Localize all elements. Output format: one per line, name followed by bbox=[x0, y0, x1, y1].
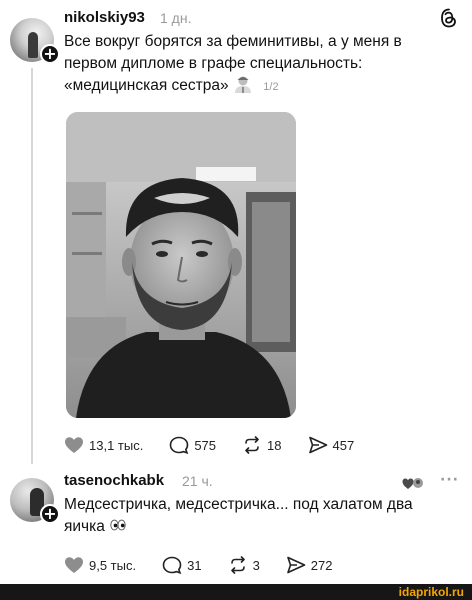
watermark-bar: idaprikol.ru bbox=[0, 584, 472, 600]
reply-follow-plus-button[interactable]: + bbox=[40, 504, 60, 524]
avatar-figure bbox=[28, 32, 38, 58]
reply-like-count: 9,5 тыс. bbox=[89, 557, 137, 573]
reply-actions-bar: 9,5 тыс. 31 3 272 bbox=[64, 556, 333, 574]
health-worker-emoji-icon bbox=[234, 76, 251, 93]
reply-repost-button[interactable]: 3 bbox=[228, 556, 260, 574]
reply-text-line-2-wrap: яичка bbox=[64, 516, 464, 538]
post-photo[interactable] bbox=[66, 112, 296, 418]
post-photo-image bbox=[66, 112, 296, 418]
comment-button[interactable]: 575 bbox=[169, 436, 216, 454]
comment-count: 575 bbox=[194, 437, 217, 453]
threads-logo-icon[interactable] bbox=[440, 8, 458, 28]
follow-plus-button[interactable]: + bbox=[40, 44, 60, 64]
eyes-emoji-icon bbox=[110, 519, 126, 531]
reply-comment-count: 31 bbox=[187, 557, 202, 573]
reply-repost-count: 3 bbox=[252, 557, 260, 573]
post-text-line-2: первом дипломе в графе специальность: bbox=[64, 55, 363, 72]
repost-icon bbox=[230, 556, 245, 574]
share-button[interactable]: 457 bbox=[308, 436, 355, 454]
repost-icon bbox=[245, 436, 259, 454]
like-button[interactable]: 13,1 тыс. bbox=[64, 436, 143, 454]
reaction-hearts-icon bbox=[402, 478, 423, 489]
reply-comment-button[interactable]: 31 bbox=[162, 556, 202, 574]
reply-share-count: 272 bbox=[310, 557, 333, 573]
post-text: Все вокруг борятся за феминитивы, а у ме… bbox=[64, 31, 464, 98]
post-text-line-1: Все вокруг борятся за феминитивы, а у ме… bbox=[64, 33, 402, 50]
repost-count: 18 bbox=[267, 437, 282, 453]
post-text-line-3-words: «медицинская сестра» bbox=[64, 77, 229, 94]
comment-bubble-icon bbox=[170, 436, 189, 454]
reply-share-button[interactable]: 272 bbox=[286, 556, 333, 574]
thread-line bbox=[31, 68, 33, 464]
post-text-line-3: «медицинская сестра» 1/2 bbox=[64, 75, 464, 98]
post-username[interactable]: nikolskiy93 bbox=[64, 9, 145, 26]
post-time: 1 дн. bbox=[160, 10, 192, 26]
reply-text-line-2: яичка bbox=[64, 518, 105, 535]
reply-username[interactable]: tasenochkabk bbox=[64, 472, 164, 489]
comment-bubble-icon bbox=[162, 556, 182, 574]
more-options-button[interactable]: ··· bbox=[440, 472, 459, 488]
post-actions-bar: 13,1 тыс. 575 18 457 bbox=[64, 436, 354, 454]
like-count: 13,1 тыс. bbox=[89, 437, 144, 453]
share-count: 457 bbox=[332, 437, 355, 453]
heart-icon bbox=[65, 557, 83, 573]
watermark-text: idaprikol.ru bbox=[398, 585, 464, 599]
reply-time: 21 ч. bbox=[182, 473, 213, 489]
reply-text-line-1: Медсестричка, медсестричка... под халато… bbox=[64, 496, 413, 513]
send-icon bbox=[308, 436, 327, 454]
media-pager: 1/2 bbox=[263, 81, 279, 93]
reply-like-button[interactable]: 9,5 тыс. bbox=[64, 556, 136, 574]
reply-text: Медсестричка, медсестричка... под халато… bbox=[64, 494, 464, 538]
repost-button[interactable]: 18 bbox=[242, 436, 282, 454]
heart-icon bbox=[65, 437, 83, 453]
send-icon bbox=[286, 556, 306, 574]
